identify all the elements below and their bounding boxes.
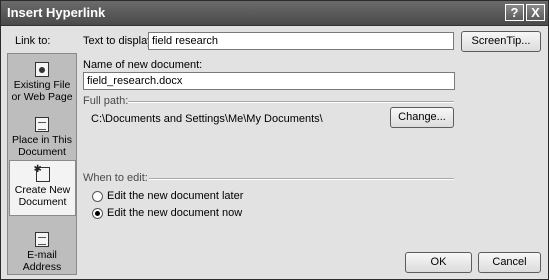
sidebar-item-label: E-mail Address [22,249,62,273]
full-path-value: C:\Documents and Settings\Me\My Document… [91,113,323,125]
cancel-button[interactable]: Cancel [478,252,541,273]
edit-later-label[interactable]: Edit the new document later [107,190,243,202]
change-button[interactable]: Change... [390,107,454,128]
when-to-edit-divider [149,178,454,180]
edit-now-label[interactable]: Edit the new document now [107,207,242,219]
new-document-icon: ✱ [34,164,50,182]
sidebar-item-label: Create New Document [14,184,71,208]
insert-hyperlink-dialog: Insert Hyperlink ? X Link to: Existing F… [0,0,549,280]
dialog-title: Insert Hyperlink [7,5,106,20]
link-to-label: Link to: [15,35,51,47]
dialog-body: Link to: Existing File or Web Page Place… [1,26,548,279]
text-to-display-label: Text to display: [83,35,156,47]
sidebar-item-create-new-document[interactable]: ✱ Create New Document [9,160,76,216]
email-icon [35,232,49,247]
new-document-name-label: Name of new document: [83,59,203,71]
globe-document-icon [35,62,49,77]
title-bar: Insert Hyperlink ? X [1,1,548,26]
sidebar-item-email-address[interactable]: E-mail Address [8,232,76,273]
document-bookmark-icon [35,117,49,132]
link-to-sidebar: Existing File or Web Page Place in This … [7,53,77,275]
help-button[interactable]: ? [505,4,524,21]
edit-later-radio[interactable] [92,191,103,202]
sidebar-item-place-in-document[interactable]: Place in This Document [8,117,76,158]
full-path-label: Full path: [83,95,129,107]
when-to-edit-label: When to edit: [83,172,148,184]
screentip-button[interactable]: ScreenTip... [461,31,541,52]
sidebar-item-label: Existing File or Web Page [11,79,73,103]
close-button[interactable]: X [526,4,545,21]
ok-button[interactable]: OK [405,252,472,273]
new-document-name-input[interactable]: field_research.docx [83,72,455,90]
sidebar-item-existing-file[interactable]: Existing File or Web Page [8,62,76,103]
sidebar-item-label: Place in This Document [12,134,72,158]
text-to-display-input[interactable]: field research [148,32,454,50]
edit-now-radio[interactable] [92,208,103,219]
full-path-divider [128,101,454,103]
